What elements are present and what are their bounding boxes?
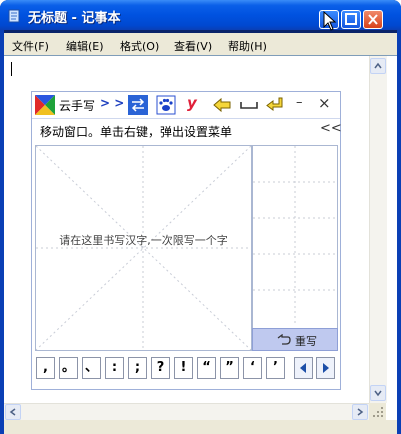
ime-y-button[interactable]: y: [187, 94, 197, 112]
ime-minimize-button[interactable]: –: [296, 95, 303, 110]
notepad-window: 无标题 - 记事本 文件(F) 编辑(E) 格式(O) 查看(V) 帮助(H) …: [0, 0, 401, 434]
canvas-prompt: 请在这里书写汉字,一次限写一个字: [59, 234, 228, 247]
menu-view[interactable]: 查看(V): [174, 38, 212, 54]
vertical-scrollbar[interactable]: [369, 56, 387, 403]
ime-brand-label: 云手写: [59, 99, 96, 113]
close-button[interactable]: [363, 10, 383, 29]
canvas-guide-lines: [36, 146, 251, 350]
handwriting-ime-panel[interactable]: 云手写 > > y – × 移动窗口。单击右键，弹出设置菜单 << 请在这里书写…: [31, 91, 342, 390]
horizontal-scrollbar[interactable]: [4, 403, 370, 421]
punct-key[interactable]: ,: [36, 357, 55, 379]
resize-grip-icon: [373, 407, 383, 417]
menu-file[interactable]: 文件(F): [12, 38, 49, 54]
candidate-prev-button[interactable]: [294, 357, 313, 379]
mouse-cursor-icon: [323, 11, 337, 31]
punct-key[interactable]: ;: [128, 357, 147, 379]
notepad-icon: [8, 9, 20, 23]
scroll-down-button[interactable]: [370, 385, 386, 401]
ime-logo-icon: [35, 95, 55, 115]
menu-edit[interactable]: 编辑(E): [66, 38, 104, 54]
scroll-right-button[interactable]: [352, 404, 368, 420]
window-bottom-edge: [4, 420, 397, 434]
ime-enter-button[interactable]: [265, 95, 285, 115]
redo-label: 重写: [295, 335, 317, 348]
punct-key[interactable]: ‘: [243, 357, 262, 379]
ime-toolbar: 云手写 > > y – ×: [32, 92, 340, 118]
maximize-icon: [345, 13, 357, 25]
chevron-up-icon: [374, 62, 382, 69]
ime-close-button[interactable]: ×: [318, 94, 331, 112]
candidate-grid-lines: [253, 146, 337, 326]
redo-button[interactable]: 重写: [252, 328, 338, 351]
ime-expand-button[interactable]: > >: [100, 96, 124, 110]
arrow-left-icon: [213, 97, 231, 113]
space-icon: [240, 102, 258, 109]
handwriting-canvas[interactable]: 请在这里书写汉字,一次限写一个字: [35, 145, 252, 351]
ime-hint-text: 移动窗口。单击右键，弹出设置菜单: [40, 125, 233, 139]
punctuation-row: , 。 、 : ; ? ! “ ” ‘ ’: [36, 357, 338, 381]
ime-toolbar-divider: [32, 118, 340, 119]
maximize-button[interactable]: [341, 10, 361, 29]
punct-key[interactable]: ?: [151, 357, 170, 379]
punct-key[interactable]: !: [174, 357, 193, 379]
menu-help[interactable]: 帮助(H): [228, 38, 267, 54]
punct-key[interactable]: 。: [59, 357, 78, 379]
ime-collapse-button[interactable]: <<: [320, 121, 342, 136]
punct-key[interactable]: 、: [82, 357, 101, 379]
title-bar[interactable]: 无标题 - 记事本: [0, 0, 401, 31]
punct-key[interactable]: :: [105, 357, 124, 379]
resize-grip[interactable]: [369, 403, 386, 420]
candidate-panel[interactable]: [252, 145, 338, 351]
scroll-up-button[interactable]: [370, 58, 386, 74]
chevron-down-icon: [374, 390, 382, 397]
close-icon: [368, 14, 378, 25]
undo-arrow-icon: [277, 334, 291, 345]
menu-bar: 文件(F) 编辑(E) 格式(O) 查看(V) 帮助(H): [4, 33, 397, 55]
swap-arrows-icon: [131, 98, 145, 112]
triangle-right-icon: [323, 363, 329, 373]
scroll-left-button[interactable]: [5, 404, 21, 420]
chevron-left-icon: [9, 408, 16, 416]
menu-format[interactable]: 格式(O): [120, 38, 159, 54]
ime-paw-button[interactable]: [156, 95, 176, 115]
paw-icon: [156, 95, 176, 115]
window-title: 无标题 - 记事本: [28, 11, 121, 26]
ime-switch-button[interactable]: [128, 95, 148, 115]
ime-space-button[interactable]: [239, 95, 259, 115]
punct-key[interactable]: “: [197, 357, 216, 379]
punct-key[interactable]: ”: [220, 357, 239, 379]
punct-key[interactable]: ’: [266, 357, 285, 379]
triangle-left-icon: [300, 363, 306, 373]
candidate-next-button[interactable]: [316, 357, 335, 379]
text-caret: [11, 62, 12, 76]
chevron-right-icon: [357, 408, 364, 416]
window-frame-right: [397, 30, 401, 434]
ime-backspace-button[interactable]: [212, 95, 232, 115]
enter-icon: [266, 97, 283, 111]
